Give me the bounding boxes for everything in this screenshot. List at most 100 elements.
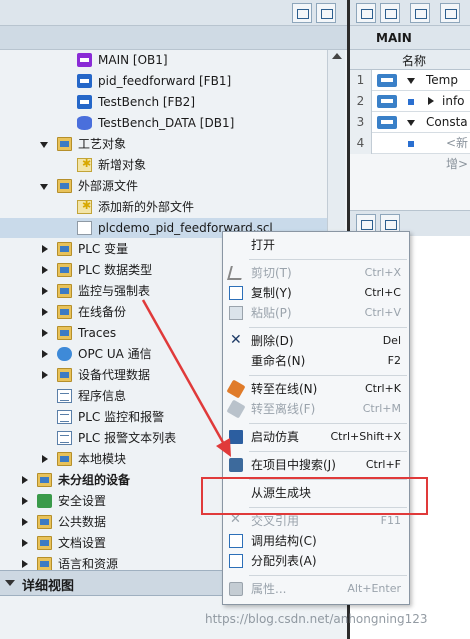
interface-icon [377,74,397,87]
simulation-icon [229,430,243,444]
tree-item-add-external-file[interactable]: 添加新的外部文件 [0,196,330,217]
project-tree-toolbar [0,0,347,26]
expanded-arrow-icon[interactable] [407,120,415,126]
expanded-arrow-icon[interactable] [40,184,48,190]
cross-reference-icon [229,510,243,530]
detail-view-title: 详细视图 [22,579,75,594]
fb-block-icon [77,95,92,109]
collapsed-arrow-icon[interactable] [42,350,48,358]
interface-icon [377,116,397,129]
menu-separator [249,451,407,452]
go-offline-icon [226,399,246,419]
row-name: info [442,94,465,108]
collapsed-arrow-icon[interactable] [22,497,28,505]
shield-icon [37,494,52,508]
watermark: https://blog.csdn.net/anhongning123 [205,612,428,626]
editor-block-title: MAIN [350,26,470,50]
folder-icon [57,137,72,151]
menu-search-in-project[interactable]: 在项目中搜索(J) Ctrl+F [223,455,409,475]
row-name: <新增> [446,136,469,171]
folder-icon [57,305,72,319]
menu-cut[interactable]: 剪切(T) Ctrl+X [223,263,409,283]
properties-icon [229,582,243,596]
table-row[interactable]: 3 Consta [350,112,470,133]
folder-icon [37,557,52,571]
collapsed-arrow-icon[interactable] [42,308,48,316]
tree-detail-button[interactable] [316,3,336,23]
menu-go-online[interactable]: 转至在线(N) Ctrl+K [223,379,409,399]
menu-assignment-list[interactable]: 分配列表(A) [223,551,409,571]
delete-icon [229,330,243,350]
file-icon [77,221,92,235]
folder-icon [57,452,72,466]
folder-icon [57,242,72,256]
tree-item-add-new-object[interactable]: 新增对象 [0,154,330,175]
row-number: 2 [350,91,372,112]
variable-icon [408,141,414,147]
collapsed-arrow-icon[interactable] [22,560,28,568]
collapsed-arrow-icon[interactable] [22,476,28,484]
menu-open[interactable]: 打开 [223,235,409,255]
text-list-icon [57,431,72,445]
tree-view-button[interactable] [292,3,312,23]
menu-separator [249,259,407,260]
collapsed-arrow-icon[interactable] [428,97,434,105]
tree-item-technology-objects[interactable]: 工艺对象 [0,134,330,154]
collapsed-arrow-icon[interactable] [42,287,48,295]
collapsed-arrow-icon[interactable] [42,455,48,463]
tree-item-pid-feedforward[interactable]: pid_feedforward [FB1] [0,71,330,91]
scroll-up-icon[interactable] [332,53,342,59]
row-name: Consta [426,115,468,129]
call-structure-icon [229,534,243,548]
expanded-arrow-icon[interactable] [407,78,415,84]
editor-tool-button-4[interactable] [440,3,460,23]
menu-call-structure[interactable]: 调用结构(C) [223,531,409,551]
folder-icon [57,263,72,277]
collapsed-arrow-icon[interactable] [22,539,28,547]
add-new-icon [77,154,92,174]
chevron-down-icon[interactable] [5,580,15,586]
tree-item-main-ob1[interactable]: MAIN [OB1] [0,50,330,70]
interface-icon [377,95,397,108]
menu-start-simulation[interactable]: 启动仿真 Ctrl+Shift+X [223,427,409,447]
menu-copy[interactable]: 复制(Y) Ctrl+C [223,283,409,303]
tree-item-testbench-data[interactable]: TestBench_DATA [DB1] [0,113,330,133]
menu-rename[interactable]: 重命名(N) F2 [223,351,409,371]
collapsed-arrow-icon[interactable] [42,329,48,337]
editor-tool-button-3[interactable] [410,3,430,23]
editor-tool-button-2[interactable] [380,3,400,23]
collapsed-arrow-icon[interactable] [22,518,28,526]
folder-icon [57,284,72,298]
go-online-icon [226,379,246,399]
context-menu: 打开 剪切(T) Ctrl+X 复制(Y) Ctrl+C 粘贴(P) Ctrl+… [222,231,410,605]
menu-delete[interactable]: 删除(D) Del [223,330,409,351]
row-number: 4 [350,133,372,154]
highlight-box [201,477,428,515]
tree-item-testbench[interactable]: TestBench [FB2] [0,92,330,112]
search-icon [229,458,243,472]
expanded-arrow-icon[interactable] [40,142,48,148]
folder-icon [37,536,52,550]
table-row[interactable]: 1 Temp [350,70,470,91]
collapsed-arrow-icon[interactable] [42,245,48,253]
editor-tool-button-1[interactable] [356,3,376,23]
table-row[interactable]: 2 info [350,91,470,112]
fb-block-icon [77,74,92,88]
menu-properties[interactable]: 属性... Alt+Enter [223,579,409,599]
row-number: 1 [350,70,372,91]
paste-icon [229,306,243,320]
folder-icon [57,179,72,193]
editor-toolbar [350,0,470,26]
folder-icon [57,368,72,382]
collapsed-arrow-icon[interactable] [42,371,48,379]
collapsed-arrow-icon[interactable] [42,266,48,274]
tree-header [0,26,347,50]
tree-item-external-sources[interactable]: 外部源文件 [0,176,330,196]
menu-paste[interactable]: 粘贴(P) Ctrl+V [223,303,409,323]
add-new-icon [77,196,92,216]
menu-separator [249,375,407,376]
table-row[interactable]: 4 <新增> [350,133,470,171]
folder-icon [37,473,52,487]
menu-go-offline[interactable]: 转至离线(F) Ctrl+M [223,399,409,419]
column-name-header: 名称 [402,54,427,68]
